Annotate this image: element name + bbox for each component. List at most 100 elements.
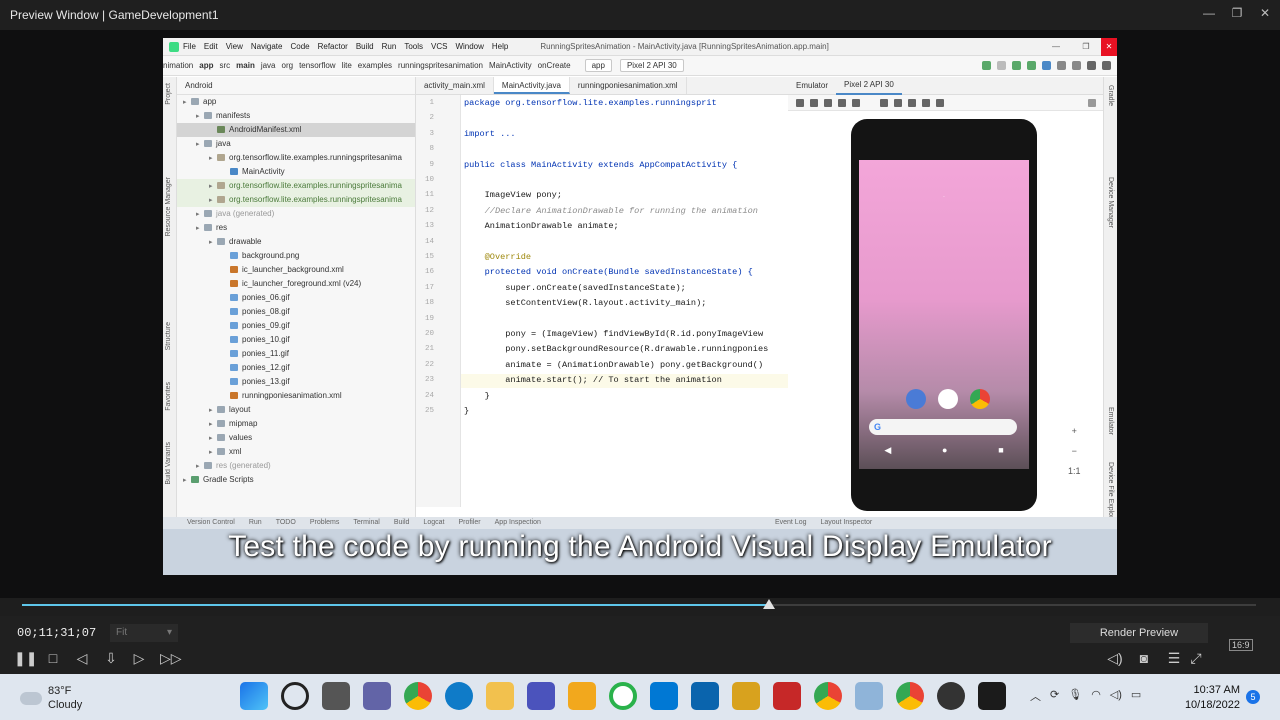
menu-code[interactable]: Code xyxy=(290,42,309,51)
breadcrumb-item[interactable]: org xyxy=(282,61,294,70)
code-line[interactable]: pony.setBackgroundResource(R.drawable.ru… xyxy=(464,344,768,354)
volume-down-icon[interactable] xyxy=(824,99,832,107)
menu-help[interactable]: Help xyxy=(492,42,508,51)
breadcrumb-item[interactable]: java xyxy=(261,61,276,70)
task-view-icon[interactable] xyxy=(322,682,350,710)
settings-icon[interactable] xyxy=(1102,61,1111,70)
sdk-manager-icon[interactable] xyxy=(1072,61,1081,70)
fit-select[interactable]: Fit ▾ xyxy=(110,624,178,642)
tree-item[interactable]: ▸ drawable xyxy=(177,235,415,249)
tree-item[interactable]: ic_launcher_background.xml xyxy=(177,263,415,277)
refresh-app-icon[interactable] xyxy=(609,682,637,710)
tree-item[interactable]: ponies_11.gif xyxy=(177,347,415,361)
volume-icon[interactable]: ◁) xyxy=(1106,649,1124,667)
tool-emulator[interactable]: Emulator xyxy=(1107,407,1114,435)
close-icon[interactable]: ✕ xyxy=(1258,6,1272,20)
breadcrumb-item[interactable]: nimation xyxy=(163,61,193,70)
tree-item[interactable]: ponies_13.gif xyxy=(177,375,415,389)
tab-mainactivity-java[interactable]: MainActivity.java xyxy=(493,77,570,94)
tree-item[interactable]: ▸ org.tensorflow.lite.examples.runningspr… xyxy=(177,179,415,193)
menu-build[interactable]: Build xyxy=(356,42,374,51)
chrome-icon[interactable] xyxy=(970,389,990,409)
breadcrumb-item[interactable]: examples xyxy=(358,61,392,70)
zoom-out-button[interactable]: − xyxy=(1072,446,1077,456)
debug-icon[interactable] xyxy=(1012,61,1021,70)
code-line[interactable]: public class MainActivity extends AppCom… xyxy=(464,160,737,170)
tool-gradle[interactable]: Gradle xyxy=(1107,85,1114,106)
chrome-app-icon[interactable] xyxy=(896,682,924,710)
emulator-device-tab[interactable]: Pixel 2 API 30 xyxy=(836,77,902,95)
code-line[interactable]: AnimationDrawable animate; xyxy=(464,221,619,231)
weather-widget[interactable]: 83°F Cloudy xyxy=(20,684,82,712)
tree-item[interactable]: ponies_09.gif xyxy=(177,319,415,333)
menu-navigate[interactable]: Navigate xyxy=(251,42,283,51)
tree-item[interactable]: background.png xyxy=(177,249,415,263)
tree-item[interactable]: runningponiesanimation.xml xyxy=(177,389,415,403)
menu-tools[interactable]: Tools xyxy=(404,42,423,51)
volume-up-icon[interactable] xyxy=(810,99,818,107)
code-line[interactable]: pony = (ImageView) findViewById(R.id.pon… xyxy=(464,329,763,339)
ide-minimize-icon[interactable]: — xyxy=(1041,42,1071,51)
next-frame-icon[interactable]: ▷ xyxy=(130,649,148,667)
code-line[interactable]: package org.tensorflow.lite.examples.run… xyxy=(464,98,717,108)
search-icon[interactable] xyxy=(281,682,309,710)
tree-item[interactable]: ▸ java (generated) xyxy=(177,207,415,221)
code-line[interactable]: //Declare AnimationDrawable for running … xyxy=(464,206,758,216)
obs-icon[interactable] xyxy=(937,682,965,710)
breadcrumb-item[interactable]: tensorflow xyxy=(299,61,335,70)
tree-item[interactable]: ponies_08.gif xyxy=(177,305,415,319)
google-search-bar[interactable]: G xyxy=(869,419,1017,435)
zoom-actual-button[interactable]: 1:1 xyxy=(1068,466,1081,476)
code-line[interactable]: } xyxy=(464,391,490,401)
chevron-icon[interactable]: ▸ xyxy=(196,138,204,151)
microphone-icon[interactable]: 🎙 xyxy=(1068,688,1082,704)
messages-app-icon[interactable] xyxy=(906,389,926,409)
breadcrumb-item[interactable]: app xyxy=(199,61,213,70)
previous-frame-icon[interactable]: ◁ xyxy=(73,649,91,667)
fullscreen-icon[interactable]: ⤢ xyxy=(1187,649,1205,667)
chevron-icon[interactable]: ▸ xyxy=(209,404,217,417)
photos-icon[interactable] xyxy=(855,682,883,710)
chrome-icon[interactable] xyxy=(404,682,432,710)
fast-forward-icon[interactable]: ▷▷ xyxy=(160,649,182,667)
breadcrumb-item[interactable]: src xyxy=(219,61,230,70)
code-line[interactable]: setContentView(R.layout.activity_main); xyxy=(464,298,706,308)
menu-vcs[interactable]: VCS xyxy=(431,42,447,51)
menu-run[interactable]: Run xyxy=(382,42,397,51)
code-line[interactable]: @Override xyxy=(464,252,531,262)
tab-runningponiesanimation-xml[interactable]: runningponiesanimation.xml xyxy=(570,77,687,94)
system-clock[interactable]: 10:37 AM 10/18/2022 xyxy=(1180,683,1240,713)
run-config-select[interactable]: app xyxy=(584,59,612,72)
battery-icon[interactable]: ▭ xyxy=(1131,688,1141,704)
chevron-icon[interactable]: ▸ xyxy=(196,110,204,123)
breadcrumb-item[interactable]: runningspritesanimation xyxy=(398,61,483,70)
code-line[interactable]: protected void onCreate(Bundle savedInst… xyxy=(464,267,753,277)
tree-item[interactable]: ▸ org.tensorflow.lite.examples.runningspr… xyxy=(177,193,415,207)
ide-restore-icon[interactable]: ❐ xyxy=(1071,42,1101,51)
aspect-ratio-select[interactable]: 16:9 xyxy=(1229,639,1253,651)
tool-device-manager[interactable]: Device Manager xyxy=(1107,177,1114,228)
sync-tray-icon[interactable]: ⟳ xyxy=(1050,688,1059,704)
minimize-icon[interactable]: — xyxy=(1202,6,1216,20)
breadcrumb-item[interactable]: MainActivity xyxy=(489,61,532,70)
device-select[interactable]: Pixel 2 API 30 xyxy=(619,59,684,72)
chevron-icon[interactable]: ▸ xyxy=(196,222,204,235)
chevron-icon[interactable]: ▸ xyxy=(209,236,217,249)
code-editor[interactable]: 1 2 3 8 9 10 11 12 13 14 15 16 17 18 19 20 21 22 23 24 25 pa… xyxy=(416,95,788,507)
tree-item[interactable]: ▸ Gradle Scripts xyxy=(177,473,415,487)
chevron-icon[interactable]: ▸ xyxy=(209,418,217,431)
timeline-track[interactable] xyxy=(22,604,1256,606)
timeline[interactable] xyxy=(0,598,1280,616)
tree-item[interactable]: ▸ res (generated) xyxy=(177,459,415,473)
tree-item[interactable]: ▸ mipmap xyxy=(177,417,415,431)
play-store-icon[interactable] xyxy=(938,389,958,409)
tree-item[interactable]: ▸ values xyxy=(177,431,415,445)
phone-screen[interactable]: · G ◀ ● ■ xyxy=(859,160,1029,469)
chrome-profile-icon[interactable] xyxy=(814,682,842,710)
search-icon[interactable] xyxy=(1087,61,1096,70)
start-icon[interactable] xyxy=(240,682,268,710)
tree-item[interactable]: ponies_10.gif xyxy=(177,333,415,347)
tree-item[interactable]: ▸ manifests xyxy=(177,109,415,123)
phone-recents-icon[interactable]: ■ xyxy=(998,445,1003,456)
rotate-left-icon[interactable] xyxy=(838,99,846,107)
